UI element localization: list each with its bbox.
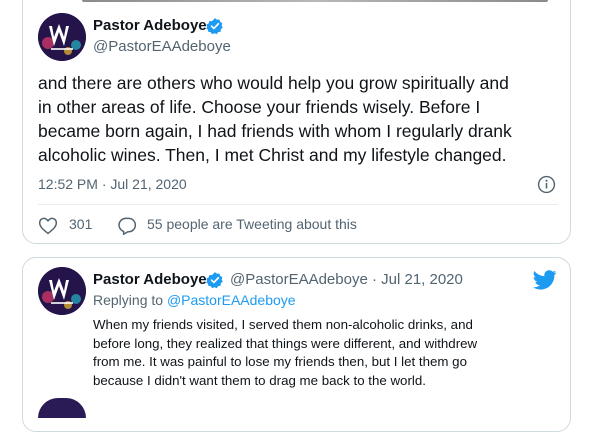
reply-body-line: When my friends visited, I served them n… <box>93 317 473 332</box>
tweet-timestamp[interactable]: 12:52 PM · Jul 21, 2020 <box>38 176 187 192</box>
reply-author-name[interactable]: Pastor Adeboye <box>93 271 207 288</box>
author-avatar[interactable] <box>38 13 86 61</box>
twitter-bird-icon[interactable] <box>533 270 557 290</box>
replying-prefix: Replying to <box>93 292 164 308</box>
reply-body-line: because I didn't want them to drag me ba… <box>93 372 426 388</box>
like-count[interactable]: 301 <box>69 216 92 232</box>
verified-badge-icon <box>206 18 223 35</box>
info-icon[interactable] <box>537 175 556 194</box>
comment-bubble-icon[interactable] <box>117 216 137 235</box>
reply-tweet-body: When my friends visited, I served them n… <box>93 316 563 390</box>
replying-mention-link[interactable]: @PastorEAAdeboye <box>167 292 296 308</box>
divider <box>38 204 558 205</box>
author-name[interactable]: Pastor Adeboye <box>93 17 207 34</box>
tweet-body-line: in other areas of life. Choose your frie… <box>38 97 481 117</box>
avatar-logo-icon <box>38 13 86 61</box>
tweet-body-line: became born again, I had friends with wh… <box>38 121 512 141</box>
tweet-body-line: alcoholic wines. Then, I met Christ and … <box>38 145 507 165</box>
tweet-body-line: and there are others who would help you … <box>38 73 509 93</box>
reply-author-handle-date[interactable]: @PastorEAAdeboye · Jul 21, 2020 <box>230 271 463 288</box>
replying-to: Replying to @PastorEAAdeboye <box>93 292 296 308</box>
author-handle[interactable]: @PastorEAAdeboye <box>93 38 231 55</box>
reply-author-avatar[interactable] <box>38 267 86 315</box>
verified-badge-icon <box>206 272 223 289</box>
embedded-media-edge <box>82 0 548 2</box>
avatar-logo-icon <box>38 267 86 315</box>
tweeting-about-link[interactable]: 55 people are Tweeting about this <box>147 216 357 232</box>
tweet-body: and there are others who would help you … <box>38 71 558 167</box>
reply-body-line: before long, they realized that things w… <box>93 335 478 351</box>
reply-body-line: from me. It was painful to lose my frien… <box>93 354 467 369</box>
heart-icon[interactable] <box>38 216 58 235</box>
